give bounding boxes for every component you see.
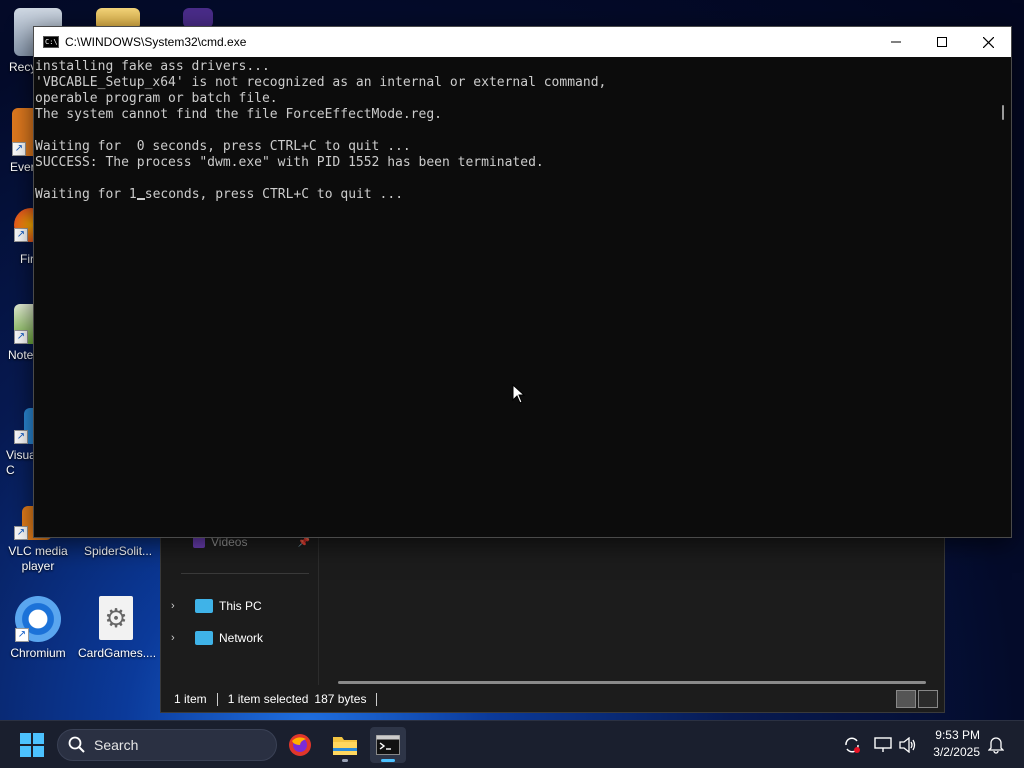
shortcut-arrow-icon: ↗ bbox=[14, 228, 28, 242]
console-line: Waiting for 0 seconds, press CTRL+C to q… bbox=[35, 139, 411, 154]
console-text: seconds, press CTRL+C to quit ... bbox=[144, 187, 404, 202]
volume-tray-icon[interactable] bbox=[898, 735, 918, 755]
console-line-current: Waiting for 1 seconds, press CTRL+C to qu… bbox=[35, 187, 996, 203]
windows-start-button[interactable] bbox=[20, 733, 44, 757]
close-button[interactable] bbox=[965, 27, 1011, 57]
search-icon bbox=[68, 736, 85, 753]
console-text: Waiting for 1 bbox=[35, 187, 137, 202]
item-count: 1 item bbox=[174, 692, 207, 706]
refresh-icon bbox=[845, 737, 860, 753]
app-icon bbox=[183, 8, 213, 28]
window-controls bbox=[873, 27, 1011, 57]
console-line: operable program or batch file. bbox=[35, 91, 278, 106]
shortcut-arrow-icon: ↗ bbox=[15, 628, 29, 642]
vertical-scrollbar[interactable] bbox=[994, 57, 1011, 537]
console-line: 'VBCABLE_Setup_x64' is not recognized as… bbox=[35, 75, 607, 90]
desktop-icon-app[interactable] bbox=[160, 8, 236, 28]
horizontal-scrollbar[interactable] bbox=[338, 681, 926, 684]
network-icon bbox=[195, 631, 213, 645]
status-divider bbox=[376, 692, 378, 706]
running-indicator bbox=[342, 759, 348, 762]
clock-date: 3/2/2025 bbox=[933, 745, 980, 759]
shortcut-arrow-icon: ↗ bbox=[12, 142, 26, 156]
shortcut-arrow-icon: ↗ bbox=[14, 330, 28, 344]
desktop-icon-chromium[interactable]: ↗ Chromium bbox=[0, 596, 76, 661]
taskbar-clock[interactable]: 9:53 PM 3/2/2025 bbox=[933, 727, 980, 761]
desktop-icon-label: VLC media player bbox=[8, 544, 68, 573]
settings-file-icon: ⚙ bbox=[99, 596, 133, 640]
desktop-icon-label: SpiderSolit... bbox=[84, 544, 153, 558]
chromium-icon: ↗ bbox=[15, 596, 61, 642]
firefox-icon bbox=[289, 734, 311, 756]
nav-item-label: Network bbox=[219, 631, 264, 645]
console-line: installing fake ass drivers... bbox=[35, 59, 270, 74]
console-output[interactable]: installing fake ass drivers... 'VBCABLE_S… bbox=[34, 57, 996, 537]
nav-item-network[interactable]: › Network bbox=[171, 627, 263, 649]
mouse-pointer-icon bbox=[512, 384, 526, 404]
navigation-pane: Videos 📌 › This PC › Network bbox=[161, 521, 319, 685]
desktop-icon-label: Chromium bbox=[10, 646, 66, 660]
taskbar-search-box[interactable]: Search bbox=[57, 729, 277, 761]
console-line: The system cannot find the file ForceEff… bbox=[35, 107, 442, 122]
update-icon[interactable] bbox=[842, 735, 862, 755]
cmd-window[interactable]: C:\ C:\WINDOWS\System32\cmd.exe installi… bbox=[33, 26, 1012, 538]
cmd-title-bar[interactable]: C:\ C:\WINDOWS\System32\cmd.exe bbox=[34, 27, 1011, 57]
close-icon bbox=[982, 36, 994, 48]
minimize-button[interactable] bbox=[873, 27, 919, 57]
bell-icon bbox=[988, 737, 1004, 754]
shortcut-arrow-icon: ↗ bbox=[14, 526, 28, 540]
taskbar: Search 9:53 PM 3/2/2025 bbox=[0, 720, 1024, 768]
maximize-icon bbox=[937, 37, 947, 47]
desktop-icon-cardgames[interactable]: ⚙ CardGames.... bbox=[78, 596, 157, 661]
console-line: SUCCESS: The process "dwm.exe" with PID … bbox=[35, 155, 544, 170]
pin-icon: 📌 bbox=[297, 536, 310, 548]
terminal-icon bbox=[376, 735, 400, 755]
file-explorer-window[interactable]: Videos 📌 › This PC › Network 1 item 1 it… bbox=[160, 520, 945, 713]
maximize-button[interactable] bbox=[919, 27, 965, 57]
this-pc-icon bbox=[195, 599, 213, 613]
nav-item-label: This PC bbox=[219, 599, 262, 613]
speaker-icon bbox=[899, 737, 916, 753]
taskbar-firefox[interactable] bbox=[282, 727, 318, 763]
notifications-button[interactable] bbox=[986, 735, 1006, 755]
large-icons-view-button[interactable] bbox=[918, 690, 938, 708]
text-cursor bbox=[136, 198, 145, 200]
explorer-status-bar: 1 item 1 item selected 187 bytes bbox=[161, 686, 944, 712]
cmd-app-icon[interactable]: C:\ bbox=[43, 36, 59, 48]
window-title: C:\WINDOWS\System32\cmd.exe bbox=[65, 35, 247, 49]
details-view-button[interactable] bbox=[896, 690, 916, 708]
minimize-icon bbox=[891, 41, 901, 43]
taskbar-terminal[interactable] bbox=[370, 727, 406, 763]
scrollbar-thumb[interactable] bbox=[1002, 105, 1004, 120]
chevron-right-icon[interactable]: › bbox=[171, 632, 183, 644]
nav-divider bbox=[181, 573, 309, 574]
chevron-right-icon[interactable]: › bbox=[171, 600, 183, 612]
monitor-network-icon bbox=[874, 737, 892, 752]
nav-item-this-pc[interactable]: › This PC bbox=[171, 595, 262, 617]
taskbar-file-explorer[interactable] bbox=[327, 727, 363, 763]
network-tray-icon[interactable] bbox=[873, 735, 893, 755]
view-toggle bbox=[896, 690, 938, 708]
active-indicator bbox=[381, 759, 395, 762]
folder-icon bbox=[333, 737, 357, 755]
search-placeholder: Search bbox=[94, 737, 139, 753]
selected-count: 1 item selected bbox=[227, 692, 309, 706]
selected-size: 187 bytes bbox=[314, 692, 367, 706]
desktop-icon-label: CardGames.... bbox=[78, 646, 157, 660]
shortcut-arrow-icon: ↗ bbox=[14, 430, 28, 444]
clock-time: 9:53 PM bbox=[935, 728, 980, 742]
status-divider bbox=[216, 692, 218, 706]
